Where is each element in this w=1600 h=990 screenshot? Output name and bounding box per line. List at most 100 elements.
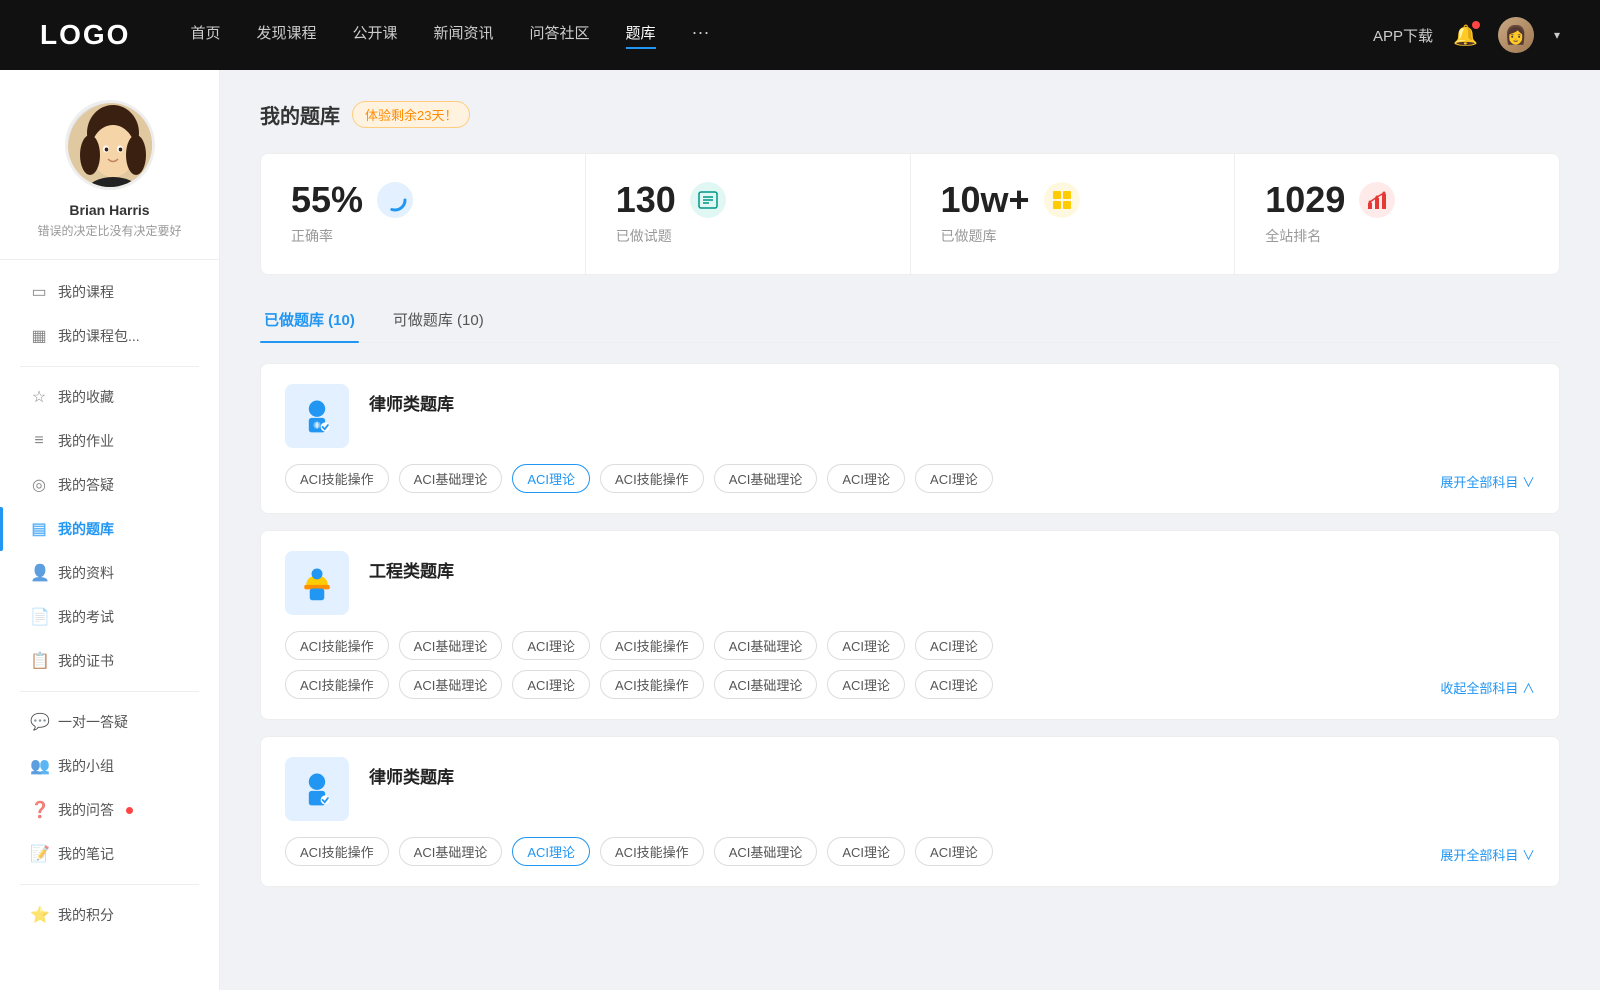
nav-link-news[interactable]: 新闻资讯 [434,22,494,49]
qbank-2-title: 律师类题库 [369,757,454,788]
sidebar-item-questions[interactable]: ◎ 我的答疑 [0,463,219,507]
nav-link-qbank[interactable]: 题库 [626,22,656,49]
stat-accuracy: 55% 正确率 [261,154,586,274]
nav-bell[interactable]: 🔔 [1453,23,1478,48]
tag-1-10[interactable]: ACI技能操作 [600,670,704,699]
sidebar-item-1on1[interactable]: 💬 一对一答疑 [0,700,219,744]
coursepack-icon: ▦ [30,326,48,346]
sidebar-item-profile-label: 我的资料 [58,563,114,583]
tag-0-2[interactable]: ACI理论 [512,464,590,493]
nav-chevron-icon[interactable]: ▾ [1554,28,1560,42]
tag-2-3[interactable]: ACI技能操作 [600,837,704,866]
tag-2-2[interactable]: ACI理论 [512,837,590,866]
sidebar-item-cert-label: 我的证书 [58,651,114,671]
banks-grid-icon [1044,182,1080,218]
lawyer-icon-2 [285,757,349,821]
nav-link-home[interactable]: 首页 [190,22,220,49]
tag-2-0[interactable]: ACI技能操作 [285,837,389,866]
tag-0-4[interactable]: ACI基础理论 [714,464,818,493]
qbank-0-expand[interactable]: 展开全部科目 ∨ [1440,466,1535,491]
favorites-icon: ☆ [30,387,48,407]
sidebar-menu: ▭ 我的课程 ▦ 我的课程包... ☆ 我的收藏 ≡ 我的作业 ◎ 我的答疑 ▤ [0,260,219,947]
nav-logo: LOGO [40,19,130,51]
nav-link-more[interactable]: ··· [692,22,710,49]
sidebar-item-points[interactable]: ⭐ 我的积分 [0,893,219,937]
tag-1-8[interactable]: ACI基础理论 [399,670,503,699]
tag-1-9[interactable]: ACI理论 [512,670,590,699]
tag-0-3[interactable]: ACI技能操作 [600,464,704,493]
tab-done[interactable]: 已做题库 (10) [260,299,359,342]
tag-0-1[interactable]: ACI基础理论 [399,464,503,493]
stat-banks-value: 10w+ [941,182,1030,218]
lawyer-icon [285,384,349,448]
qbank-0-tags: ACI技能操作 ACI基础理论 ACI理论 ACI技能操作 ACI基础理论 AC… [285,464,1535,493]
tag-1-5[interactable]: ACI理论 [827,631,905,660]
sidebar-item-profile[interactable]: 👤 我的资料 [0,551,219,595]
tag-2-5[interactable]: ACI理论 [827,837,905,866]
tag-2-1[interactable]: ACI基础理论 [399,837,503,866]
qbank-2-expand[interactable]: 展开全部科目 ∨ [1440,839,1535,864]
main-content: 我的题库 体验剩余23天！ 55% 正确率 [220,70,1600,990]
tag-1-7[interactable]: ACI技能操作 [285,670,389,699]
stat-banks: 10w+ 已做题库 [911,154,1236,274]
sidebar-item-1on1-label: 一对一答疑 [58,712,128,732]
tag-1-1[interactable]: ACI基础理论 [399,631,503,660]
nav-app-download[interactable]: APP下载 [1373,25,1433,46]
sidebar-item-qa-label: 我的问答 [58,800,114,820]
rank-chart-icon [1359,182,1395,218]
tag-2-6[interactable]: ACI理论 [915,837,993,866]
sidebar-item-favorites-label: 我的收藏 [58,387,114,407]
tag-1-12[interactable]: ACI理论 [827,670,905,699]
sidebar-item-notes[interactable]: 📝 我的笔记 [0,832,219,876]
qa-icon: ❓ [30,800,48,820]
accuracy-chart-icon [377,182,413,218]
qbank-card-1: 工程类题库 ACI技能操作 ACI基础理论 ACI理论 ACI技能操作 ACI基… [260,530,1560,720]
1on1-icon: 💬 [30,712,48,732]
nav-right: APP下载 🔔 👩 ▾ [1373,17,1560,53]
tag-0-5[interactable]: ACI理论 [827,464,905,493]
stats-row: 55% 正确率 130 [260,153,1560,275]
sidebar-profile: Brian Harris 错误的决定比没有决定要好 [0,100,219,260]
sidebar-item-favorites[interactable]: ☆ 我的收藏 [0,375,219,419]
stat-banks-label: 已做题库 [941,226,1205,246]
qbank-1-tags2: ACI技能操作 ACI基础理论 ACI理论 ACI技能操作 ACI基础理论 AC… [285,670,1535,699]
qbank-1-title: 工程类题库 [369,551,454,582]
notes-icon: 📝 [30,844,48,864]
tab-available[interactable]: 可做题库 (10) [389,299,488,342]
nav-link-courses[interactable]: 发现课程 [256,22,316,49]
tag-1-0[interactable]: ACI技能操作 [285,631,389,660]
sidebar-item-group[interactable]: 👥 我的小组 [0,744,219,788]
stat-rank-value: 1029 [1265,182,1345,218]
sidebar-item-qbank[interactable]: ▤ 我的题库 [0,507,219,551]
tag-1-6[interactable]: ACI理论 [915,631,993,660]
sidebar-item-course[interactable]: ▭ 我的课程 [0,270,219,314]
qbank-1-collapse[interactable]: 收起全部科目 ∧ [1440,672,1535,697]
sidebar-item-exam-label: 我的考试 [58,607,114,627]
sidebar-divider-2 [20,691,199,692]
sidebar-item-qa[interactable]: ❓ 我的问答 [0,788,219,832]
page-title: 我的题库 [260,100,340,129]
tag-1-2[interactable]: ACI理论 [512,631,590,660]
tag-0-0[interactable]: ACI技能操作 [285,464,389,493]
tag-1-3[interactable]: ACI技能操作 [600,631,704,660]
sidebar-item-cert[interactable]: 📋 我的证书 [0,639,219,683]
stat-accuracy-label: 正确率 [291,226,555,246]
sidebar-item-homework[interactable]: ≡ 我的作业 [0,419,219,463]
tag-2-4[interactable]: ACI基础理论 [714,837,818,866]
sidebar-item-points-label: 我的积分 [58,905,114,925]
nav-link-open[interactable]: 公开课 [352,22,397,49]
group-icon: 👥 [30,756,48,776]
sidebar-item-coursepack[interactable]: ▦ 我的课程包... [0,314,219,358]
tag-1-4[interactable]: ACI基础理论 [714,631,818,660]
nav-link-qa[interactable]: 问答社区 [530,22,590,49]
qbank-1-tags: ACI技能操作 ACI基础理论 ACI理论 ACI技能操作 ACI基础理论 AC… [285,631,1535,660]
engineer-icon [285,551,349,615]
tag-1-13[interactable]: ACI理论 [915,670,993,699]
profile-icon: 👤 [30,563,48,583]
tag-1-11[interactable]: ACI基础理论 [714,670,818,699]
cert-icon: 📋 [30,651,48,671]
nav-avatar[interactable]: 👩 [1498,17,1534,53]
sidebar-item-homework-label: 我的作业 [58,431,114,451]
sidebar-item-exam[interactable]: 📄 我的考试 [0,595,219,639]
tag-0-6[interactable]: ACI理论 [915,464,993,493]
